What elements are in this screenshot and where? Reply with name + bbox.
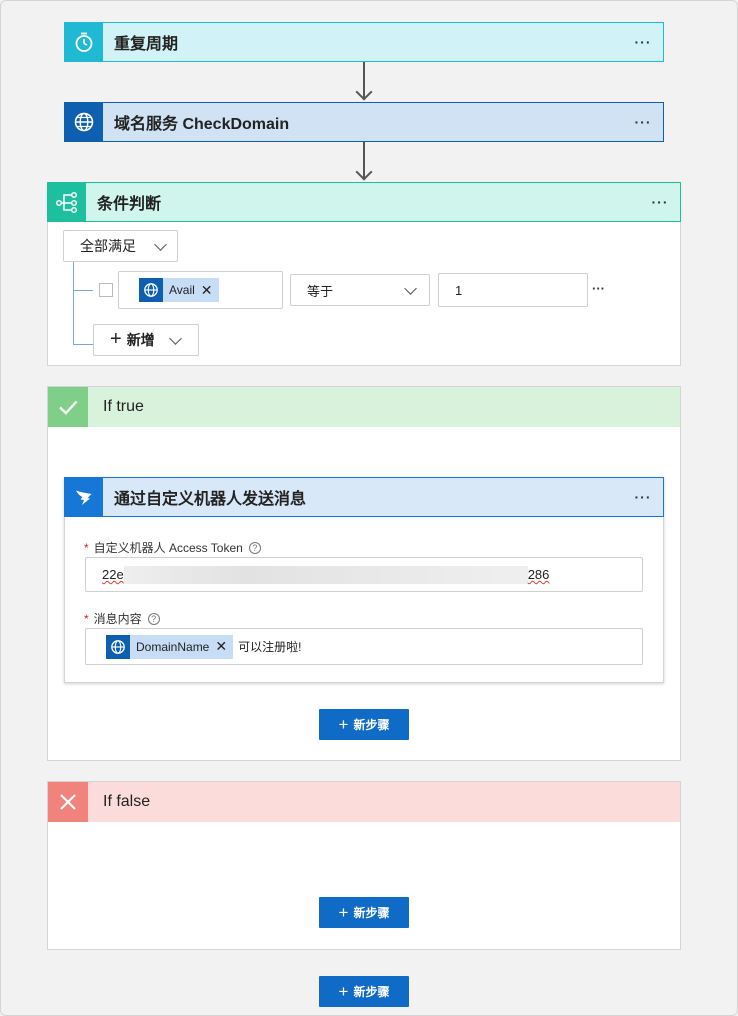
match-mode-value: 全部满足 (80, 238, 136, 254)
globe-icon (65, 103, 103, 141)
if-true-header[interactable]: If true (48, 387, 680, 427)
match-mode-dropdown[interactable]: 全部满足 (63, 230, 178, 262)
new-step-button-footer[interactable]: + 新步骤 (319, 976, 409, 1007)
chevron-down-icon (169, 332, 182, 345)
domain-title: 域名服务 CheckDomain (114, 116, 290, 133)
domainname-token-label: DomainName (136, 639, 210, 654)
domain-more-button[interactable]: ··· (623, 114, 663, 130)
dingtalk-icon (65, 478, 103, 516)
condition-title: 条件判断 (97, 196, 162, 213)
send-message-more-button[interactable]: ··· (623, 489, 663, 505)
recurrence-step-header[interactable]: 重复周期 ··· (64, 22, 664, 62)
add-condition-label: 新增 (126, 332, 155, 348)
avail-token-label: Avail (169, 283, 195, 297)
help-icon[interactable]: ? (147, 612, 160, 625)
new-step-label: 新步骤 (353, 718, 390, 732)
add-condition-button[interactable]: + 新增 (93, 324, 199, 356)
message-label-text: 消息内容 (93, 612, 142, 626)
condition-left-operand[interactable]: Avail ✕ (118, 271, 283, 309)
operator-value: 等于 (307, 283, 334, 299)
if-false-header[interactable]: If false (48, 782, 680, 822)
new-step-label: 新步骤 (353, 985, 390, 999)
if-false-label: If false (103, 793, 151, 810)
globe-icon (139, 278, 163, 302)
close-icon (48, 782, 88, 822)
domainname-token: DomainName ✕ (106, 634, 234, 659)
domain-step-header[interactable]: 域名服务 CheckDomain ··· (64, 102, 664, 142)
timer-icon (65, 23, 103, 61)
send-message-title: 通过自定义机器人发送消息 (114, 491, 307, 508)
operator-dropdown[interactable]: 等于 (290, 274, 430, 306)
recurrence-title: 重复周期 (114, 36, 179, 53)
send-message-header[interactable]: 通过自定义机器人发送消息 ··· (64, 477, 664, 517)
recurrence-more-button[interactable]: ··· (623, 34, 663, 50)
if-true-label: If true (103, 398, 144, 415)
tree-line (73, 290, 93, 291)
message-text: 可以注册啦! (238, 640, 302, 654)
token-label-text: 自定义机器人 Access Token (93, 541, 243, 555)
plus-icon: + (110, 328, 122, 350)
condition-more-button[interactable]: ··· (640, 194, 680, 210)
condition-value-input[interactable]: 1 (438, 273, 588, 307)
condition-step-header[interactable]: 条件判断 ··· (47, 182, 681, 222)
branch-icon (48, 183, 86, 221)
chevron-down-icon (154, 238, 167, 251)
token-field-label: * 自定义机器人 Access Token ? (84, 539, 261, 556)
chevron-down-icon (404, 282, 417, 295)
close-icon[interactable]: ✕ (215, 638, 227, 655)
tree-line (73, 262, 74, 344)
tree-line (73, 344, 93, 345)
row-more-button[interactable]: ··· (592, 281, 605, 296)
row-checkbox[interactable] (99, 283, 113, 297)
plus-icon: + (338, 715, 349, 734)
avail-token: Avail ✕ (139, 278, 219, 302)
new-step-label: 新步骤 (353, 906, 390, 920)
condition-value-text: 1 (455, 282, 463, 298)
help-icon[interactable]: ? (248, 541, 261, 554)
message-content-input[interactable]: DomainName ✕ 可以注册啦! (85, 628, 643, 665)
new-step-button-true[interactable]: + 新步骤 (319, 709, 409, 740)
new-step-button-false[interactable]: + 新步骤 (319, 897, 409, 928)
plus-icon: + (338, 903, 349, 922)
check-icon (48, 387, 88, 427)
token-prefix: 22e (102, 567, 124, 582)
access-token-input[interactable]: 22e 286 (85, 557, 643, 592)
token-suffix: 286 (527, 567, 550, 582)
token-redaction (123, 565, 528, 584)
close-icon[interactable]: ✕ (201, 282, 213, 299)
globe-icon (106, 634, 130, 659)
message-field-label: * 消息内容 ? (84, 610, 160, 627)
plus-icon: + (338, 982, 349, 1001)
